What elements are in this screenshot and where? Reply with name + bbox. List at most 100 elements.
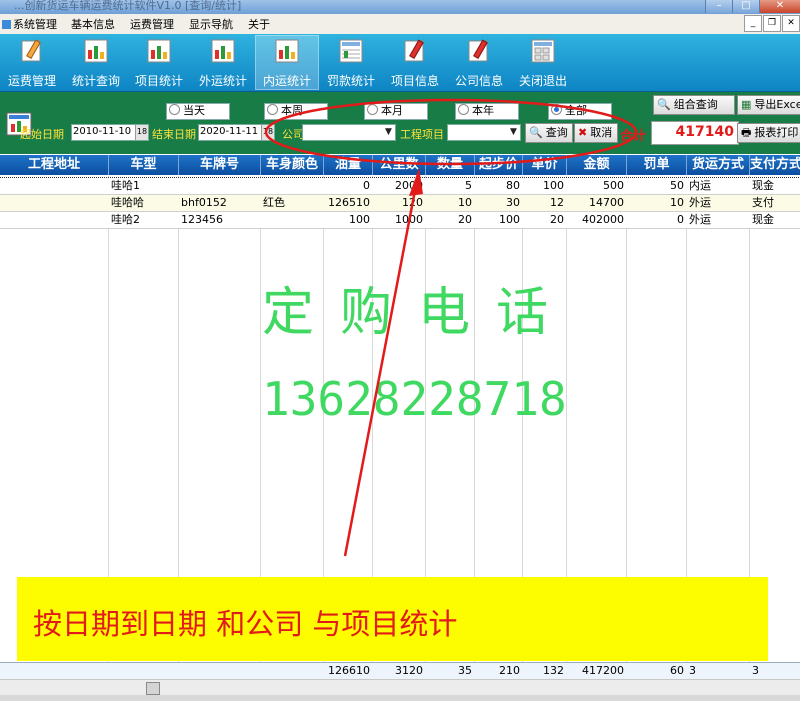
column-header[interactable]: 支付方式 <box>750 155 800 175</box>
column-header[interactable]: 单价 <box>523 155 567 175</box>
toolbar-fine-stats[interactable]: 罚款统计 <box>320 36 382 89</box>
excel-icon: ▦ <box>741 98 752 111</box>
radio-dot <box>367 104 378 115</box>
start-date-field[interactable]: 2010-11-10 18 <box>71 124 149 141</box>
cell-fuel: 126510 <box>328 196 370 209</box>
toolbar-company-info[interactable]: 公司信息 <box>448 36 510 89</box>
toolbar-freight-management[interactable]: 运费管理 <box>1 36 63 89</box>
table-row[interactable]: 哇哈哈 bhf0152 红色 126510 120 10 30 12 14700… <box>0 195 800 212</box>
column-header[interactable]: 公里数 <box>373 155 426 175</box>
project-label: 工程项目 <box>400 128 444 141</box>
calendar-icon[interactable]: 18 <box>135 125 148 140</box>
cell-fuel: 100 <box>349 213 370 226</box>
total-quantity: 35 <box>458 664 472 677</box>
column-header[interactable]: 车型 <box>109 155 179 175</box>
start-date-label: 起始日期 <box>20 128 64 141</box>
cell-address <box>0 195 108 211</box>
total-label: 合计 <box>620 129 647 144</box>
end-date-label: 结束日期 <box>152 128 196 141</box>
toolbar: 运费管理 统计查询 项目统计 外运统计 内运统计 罚款统计 项目信息 公司信息 … <box>0 34 800 92</box>
cancel-button[interactable]: ✖ 取消 <box>574 123 618 143</box>
toolbar-outbound-stats[interactable]: 外运统计 <box>192 36 254 89</box>
column-header[interactable]: 起步价 <box>475 155 523 175</box>
annotation-text: 按日期到日期 和公司 与项目统计 <box>33 607 458 641</box>
cell-color <box>261 212 323 228</box>
radio-this-week[interactable]: 本周 <box>264 103 328 120</box>
toolbar-project-info[interactable]: 项目信息 <box>384 36 446 89</box>
radio-this-month[interactable]: 本月 <box>364 103 428 120</box>
total-freight-mode: 3 <box>689 664 696 677</box>
close-icon[interactable]: ✕ <box>759 0 800 13</box>
company-select[interactable]: ▼ <box>302 124 396 141</box>
cell-km: 1000 <box>395 213 423 226</box>
column-header[interactable]: 数量 <box>426 155 475 175</box>
column-header[interactable]: 罚单 <box>627 155 687 175</box>
menu-basic-info[interactable]: 基本信息 <box>71 16 115 32</box>
search-icon: 🔍 <box>657 98 671 111</box>
query-button[interactable]: 🔍 查询 <box>525 123 573 143</box>
total-value: 417140 <box>675 124 734 140</box>
column-header[interactable]: 工程地址 <box>0 155 109 175</box>
table-row[interactable]: 哇哈2 123456 100 1000 20 100 20 402000 0 外… <box>0 212 800 229</box>
combined-query-button[interactable]: 🔍 组合查询 <box>653 95 735 115</box>
mdi-close-icon[interactable]: ✕ <box>782 15 800 32</box>
cell-payment: 现金 <box>752 179 774 192</box>
menu-freight[interactable]: 运费管理 <box>130 16 174 32</box>
window-titlebar: ...创新货运车辆运费统计软件V1.0 [查询/统计] – □ ✕ <box>0 0 800 14</box>
radio-all[interactable]: 全部 <box>548 103 612 120</box>
end-date-field[interactable]: 2020-11-11 18 <box>198 124 275 141</box>
column-header[interactable]: 车牌号 <box>179 155 261 175</box>
mdi-minimize-icon[interactable]: _ <box>744 15 762 32</box>
bar-chart-icon <box>147 39 171 63</box>
column-header[interactable]: 油量 <box>324 155 373 175</box>
radio-dot-selected <box>551 104 562 115</box>
bar-chart-icon <box>84 39 108 63</box>
menu-navigation[interactable]: 显示导航 <box>189 16 233 32</box>
bar-chart-icon <box>275 39 299 63</box>
column-header[interactable]: 车身颜色 <box>261 155 324 175</box>
column-header[interactable]: 货运方式 <box>687 155 750 175</box>
pencil-icon <box>21 39 41 62</box>
bar-chart-icon <box>211 39 235 63</box>
maximize-icon[interactable]: □ <box>732 0 759 13</box>
cell-km: 120 <box>402 196 423 209</box>
cell-color <box>261 178 323 194</box>
cell-freight-mode: 外运 <box>689 196 711 209</box>
toolbar-stats-query[interactable]: 统计查询 <box>65 36 127 89</box>
radio-this-year[interactable]: 本年 <box>455 103 519 120</box>
toolbar-close-exit[interactable]: 关闭退出 <box>512 36 574 89</box>
scrollbar-thumb[interactable] <box>146 682 160 695</box>
cell-start-price: 30 <box>506 196 520 209</box>
cell-unit-price: 12 <box>550 196 564 209</box>
cell-unit-price: 100 <box>543 179 564 192</box>
radio-today[interactable]: 当天 <box>166 103 230 120</box>
cell-payment: 现金 <box>752 213 774 226</box>
watermark-order-phone: 定购电话 <box>262 283 575 343</box>
print-report-button[interactable]: 🖶 报表打印 <box>737 123 800 143</box>
calendar-icon[interactable]: 18 <box>261 125 274 140</box>
spreadsheet-icon <box>531 39 555 63</box>
cancel-icon: ✖ <box>578 126 588 139</box>
cell-start-price: 80 <box>506 179 520 192</box>
watermark-phone-number: 13628228718 <box>262 372 567 426</box>
cell-freight-mode: 内运 <box>689 179 711 192</box>
total-fine: 60 <box>670 664 684 677</box>
mdi-restore-icon[interactable]: ❐ <box>763 15 781 32</box>
pencil-icon <box>404 39 424 62</box>
annotation-note: 按日期到日期 和公司 与项目统计 <box>17 577 768 661</box>
column-header[interactable]: 金额 <box>567 155 627 175</box>
table-row[interactable]: 哇哈1 0 2000 5 80 100 500 50 内运 现金 <box>0 177 800 196</box>
toolbar-inbound-stats[interactable]: 内运统计 <box>255 35 319 90</box>
cell-quantity: 5 <box>465 179 472 192</box>
menu-about[interactable]: 关于 <box>248 16 270 32</box>
horizontal-scrollbar[interactable] <box>0 679 800 696</box>
menu-system[interactable]: 系统管理 <box>2 16 57 32</box>
export-excel-button[interactable]: ▦导出Excel <box>737 95 800 115</box>
cell-payment: 支付 <box>752 196 774 209</box>
total-payment: 3 <box>752 664 759 677</box>
cell-quantity: 10 <box>458 196 472 209</box>
project-select[interactable]: ▼ <box>447 124 521 141</box>
toolbar-project-stats[interactable]: 项目统计 <box>128 36 190 89</box>
chevron-down-icon: ▼ <box>510 127 517 137</box>
minimize-icon[interactable]: – <box>705 0 732 13</box>
